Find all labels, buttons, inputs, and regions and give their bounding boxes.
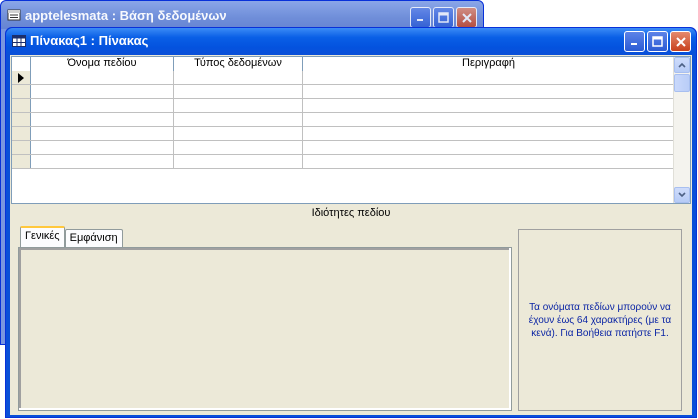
window-client-area: Όνομα πεδίου Τύπος δεδομένων Περιγραφή Ι… <box>10 55 692 415</box>
cell-data-type[interactable] <box>174 141 303 154</box>
table-design-window[interactable]: Πίνακας1 : Πίνακας Όνομα πεδίου Τύπος δε… <box>5 27 697 418</box>
row-selector[interactable] <box>12 113 31 126</box>
cell-data-type[interactable] <box>174 85 303 98</box>
close-button[interactable] <box>456 7 477 28</box>
cell-description[interactable] <box>303 127 675 140</box>
minimize-button[interactable] <box>410 7 431 28</box>
cell-description[interactable] <box>303 85 675 98</box>
row-selector[interactable] <box>12 155 31 168</box>
table-row[interactable] <box>12 113 675 127</box>
table-row[interactable] <box>12 127 675 141</box>
minimize-button[interactable] <box>624 31 645 52</box>
maximize-icon <box>652 36 663 47</box>
table-row[interactable] <box>12 99 675 113</box>
chevron-up-icon <box>678 62 686 68</box>
field-properties-label: Ιδιότητες πεδίου <box>311 207 391 219</box>
minimize-icon <box>417 19 423 21</box>
maximize-button[interactable] <box>433 7 454 28</box>
chevron-down-icon <box>678 192 686 198</box>
column-header-data-type[interactable]: Τύπος δεδομένων <box>174 57 303 71</box>
help-text: Τα ονόματα πεδίων μπορούν να έχουν έως 6… <box>528 301 672 339</box>
close-icon <box>675 36 686 47</box>
table-row[interactable] <box>12 71 675 85</box>
grid-corner[interactable] <box>12 57 31 71</box>
cell-description[interactable] <box>303 141 675 154</box>
field-grid[interactable]: Όνομα πεδίου Τύπος δεδομένων Περιγραφή <box>11 56 691 204</box>
cell-data-type[interactable] <box>174 127 303 140</box>
database-window-titlebar[interactable]: apptelesmata : Βάση δεδομένων <box>1 1 483 29</box>
cell-data-type[interactable] <box>174 113 303 126</box>
database-window-title: apptelesmata : Βάση δεδομένων <box>25 8 227 23</box>
cell-description[interactable] <box>303 71 675 84</box>
row-selector[interactable] <box>12 85 31 98</box>
cell-description[interactable] <box>303 155 675 168</box>
row-selector[interactable] <box>12 99 31 112</box>
table-window-title: Πίνακας1 : Πίνακας <box>30 33 149 48</box>
general-properties-panel[interactable] <box>18 247 512 411</box>
cell-field-name[interactable] <box>31 155 174 168</box>
row-selector[interactable] <box>12 141 31 154</box>
cell-description[interactable] <box>303 113 675 126</box>
arrow-right-icon <box>18 73 24 83</box>
properties-tabs: Γενικές Εμφάνιση <box>20 226 123 248</box>
cell-field-name[interactable] <box>31 113 174 126</box>
cell-data-type[interactable] <box>174 99 303 112</box>
field-properties-area: Γενικές Εμφάνιση Τα ονόματα πεδίων μπορο… <box>14 223 688 413</box>
table-row[interactable] <box>12 155 675 169</box>
cell-data-type[interactable] <box>174 71 303 84</box>
close-icon <box>461 12 472 23</box>
close-button[interactable] <box>670 31 691 52</box>
row-selector[interactable] <box>12 71 31 84</box>
column-header-description[interactable]: Περιγραφή <box>303 57 675 71</box>
cell-data-type[interactable] <box>174 155 303 168</box>
scroll-down-button[interactable] <box>674 187 690 203</box>
minimize-icon <box>631 43 637 45</box>
scroll-up-button[interactable] <box>674 57 690 73</box>
grid-header: Όνομα πεδίου Τύπος δεδομένων Περιγραφή <box>12 57 675 71</box>
cell-field-name[interactable] <box>31 85 174 98</box>
cell-field-name[interactable] <box>31 127 174 140</box>
scroll-thumb[interactable] <box>674 74 690 92</box>
vertical-scrollbar[interactable] <box>673 57 690 203</box>
grid-rows <box>12 71 675 169</box>
help-panel: Τα ονόματα πεδίων μπορούν να έχουν έως 6… <box>518 229 682 411</box>
cell-description[interactable] <box>303 99 675 112</box>
row-selector[interactable] <box>12 127 31 140</box>
maximize-icon <box>438 12 449 23</box>
table-row[interactable] <box>12 85 675 99</box>
table-icon <box>12 35 26 47</box>
table-window-titlebar[interactable]: Πίνακας1 : Πίνακας <box>6 28 696 55</box>
tab-lookup[interactable]: Εμφάνιση <box>64 229 123 247</box>
cell-field-name[interactable] <box>31 71 174 84</box>
column-header-field-name[interactable]: Όνομα πεδίου <box>31 57 174 71</box>
cell-field-name[interactable] <box>31 99 174 112</box>
tab-general[interactable]: Γενικές <box>20 226 65 247</box>
maximize-button[interactable] <box>647 31 668 52</box>
database-icon <box>7 9 21 21</box>
cell-field-name[interactable] <box>31 141 174 154</box>
table-row[interactable] <box>12 141 675 155</box>
